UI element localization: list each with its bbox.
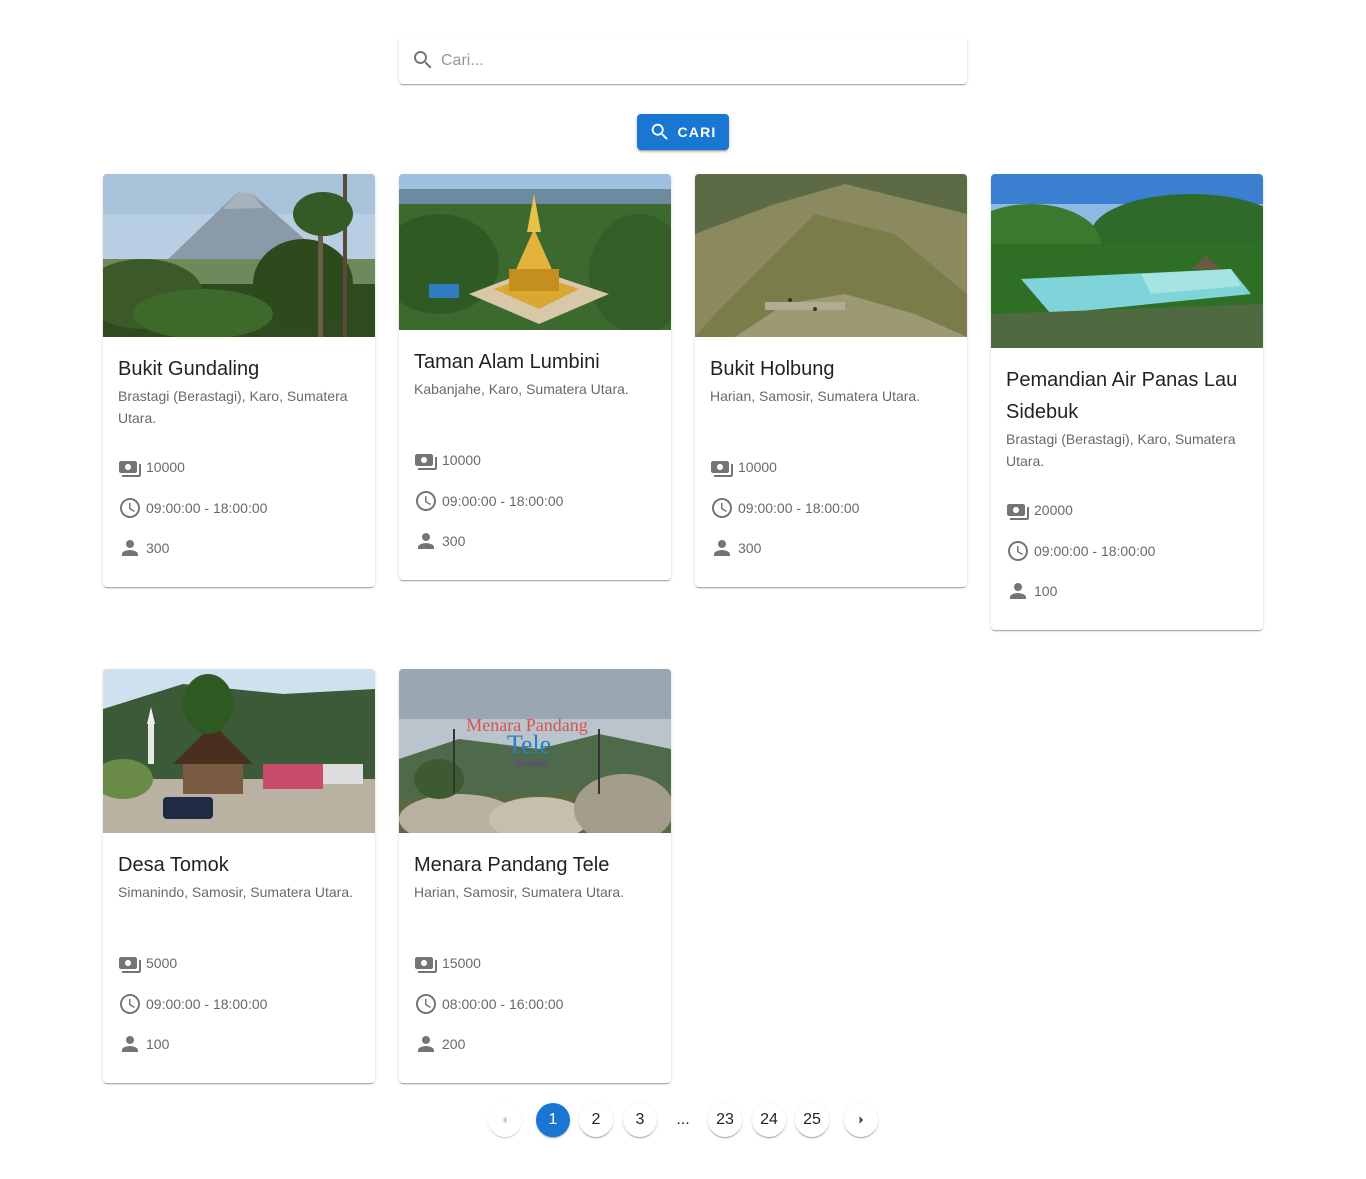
destination-card[interactable]: Pemandian Air Panas Lau Sidebuk Brastagi…: [991, 174, 1263, 630]
hours-value: 09:00:00 - 18:00:00: [442, 492, 564, 509]
hours-value: 08:00:00 - 16:00:00: [442, 995, 564, 1012]
hours-value: 09:00:00 - 18:00:00: [738, 499, 860, 516]
price-row: 10000: [414, 448, 655, 472]
person-icon: [418, 533, 434, 549]
money-icon: [1007, 504, 1029, 520]
capacity-row: 100: [1006, 579, 1247, 603]
capacity-value: 300: [146, 540, 170, 556]
card-title: Bukit Holbung: [710, 358, 835, 380]
card-location: Brastagi (Berastagi), Karo, Sumatera Uta…: [118, 388, 348, 426]
hours-value: 09:00:00 - 18:00:00: [1034, 542, 1156, 559]
page-button[interactable]: 2: [579, 1103, 613, 1137]
next-page-button[interactable]: [844, 1103, 878, 1137]
person-icon: [122, 540, 138, 556]
price-value: 20000: [1034, 502, 1073, 518]
card-location: Kabanjahe, Karo, Sumatera Utara.: [414, 381, 629, 397]
search-button-label: CARI: [677, 124, 717, 140]
card-location: Harian, Samosir, Sumatera Utara.: [710, 388, 921, 404]
capacity-row: 300: [118, 536, 359, 560]
price-value: 5000: [146, 955, 178, 971]
destination-photo: [103, 174, 375, 337]
price-row: 10000: [710, 455, 951, 479]
capacity-value: 100: [146, 1036, 170, 1052]
hours-row: 09:00:00 - 18:00:00: [710, 496, 951, 520]
capacity-value: 300: [738, 540, 762, 556]
destination-photo: [399, 174, 671, 330]
capacity-value: 100: [1034, 583, 1058, 599]
person-icon: [714, 540, 730, 556]
capacity-value: 300: [442, 533, 466, 549]
destination-card[interactable]: Menara Pandang Tele Samosir Menara Panda…: [399, 669, 671, 1083]
hours-row: 09:00:00 - 18:00:00: [1006, 539, 1247, 563]
destination-photo: [103, 669, 375, 833]
card-location: Harian, Samosir, Sumatera Utara.: [414, 884, 625, 900]
price-value: 10000: [146, 459, 185, 475]
clock-icon: [712, 497, 732, 518]
hours-row: 09:00:00 - 18:00:00: [118, 992, 359, 1016]
card-title: Menara Pandang Tele: [414, 854, 610, 876]
money-icon: [119, 461, 141, 477]
capacity-row: 300: [414, 529, 655, 553]
chevron-right-icon: [859, 1116, 864, 1124]
price-value: 10000: [442, 452, 481, 468]
search-input[interactable]: [439, 36, 963, 86]
card-title: Desa Tomok: [118, 854, 229, 876]
page-button[interactable]: 3: [623, 1103, 657, 1137]
price-value: 15000: [442, 955, 481, 971]
card-title: Bukit Gundaling: [118, 358, 260, 380]
photo-sign-text: Samosir: [515, 758, 548, 769]
photo-sign-text: Tele: [507, 730, 551, 759]
page-button[interactable]: 23: [708, 1103, 742, 1137]
clock-icon: [1008, 540, 1028, 561]
hours-value: 09:00:00 - 18:00:00: [146, 499, 268, 516]
hours-row: 09:00:00 - 18:00:00: [118, 496, 359, 520]
search-icon: [652, 123, 669, 140]
search-button[interactable]: CARI: [637, 114, 729, 150]
clock-icon: [120, 497, 140, 518]
page-button[interactable]: 25: [795, 1103, 829, 1137]
destination-card[interactable]: Bukit Holbung Harian, Samosir, Sumatera …: [695, 174, 967, 587]
destination-photo: Menara Pandang Tele Samosir: [399, 669, 671, 833]
price-row: 5000: [118, 951, 359, 975]
destination-card[interactable]: Taman Alam Lumbini Kabanjahe, Karo, Suma…: [399, 174, 671, 580]
card-location: Simanindo, Samosir, Sumatera Utara.: [118, 884, 353, 900]
money-icon: [415, 957, 437, 973]
destination-card[interactable]: Bukit Gundaling Brastagi (Berastagi), Ka…: [103, 174, 375, 587]
money-icon: [711, 461, 733, 477]
search-icon: [414, 51, 432, 69]
capacity-row: 200: [414, 1032, 655, 1056]
price-row: 15000: [414, 951, 655, 975]
price-row: 20000: [1006, 498, 1247, 522]
search-box: [399, 36, 967, 86]
money-icon: [415, 454, 437, 470]
hours-value: 09:00:00 - 18:00:00: [146, 995, 268, 1012]
card-title: Pemandian Air Panas Lau Sidebuk: [1006, 369, 1238, 423]
person-icon: [418, 1036, 434, 1052]
price-row: 10000: [118, 455, 359, 479]
card-title: Taman Alam Lumbini: [414, 351, 600, 373]
clock-icon: [120, 993, 140, 1014]
capacity-value: 200: [442, 1036, 466, 1052]
hours-row: 09:00:00 - 18:00:00: [414, 489, 655, 513]
price-value: 10000: [738, 459, 777, 475]
destination-card[interactable]: Desa Tomok Simanindo, Samosir, Sumatera …: [103, 669, 375, 1083]
capacity-row: 300: [710, 536, 951, 560]
destination-photo: [991, 174, 1263, 348]
hours-row: 08:00:00 - 16:00:00: [414, 992, 655, 1016]
clock-icon: [416, 490, 436, 511]
clock-icon: [416, 993, 436, 1014]
page-ellipsis: ...: [676, 1111, 690, 1128]
page-button[interactable]: 24: [752, 1103, 786, 1137]
card-location: Brastagi (Berastagi), Karo, Sumatera Uta…: [1006, 431, 1236, 469]
person-icon: [1010, 583, 1026, 599]
person-icon: [122, 1036, 138, 1052]
money-icon: [119, 957, 141, 973]
destination-photo: [695, 174, 967, 337]
chevron-left-icon: [502, 1116, 507, 1124]
previous-page-button[interactable]: [488, 1103, 522, 1137]
page-button[interactable]: 1: [536, 1103, 570, 1137]
capacity-row: 100: [118, 1032, 359, 1056]
